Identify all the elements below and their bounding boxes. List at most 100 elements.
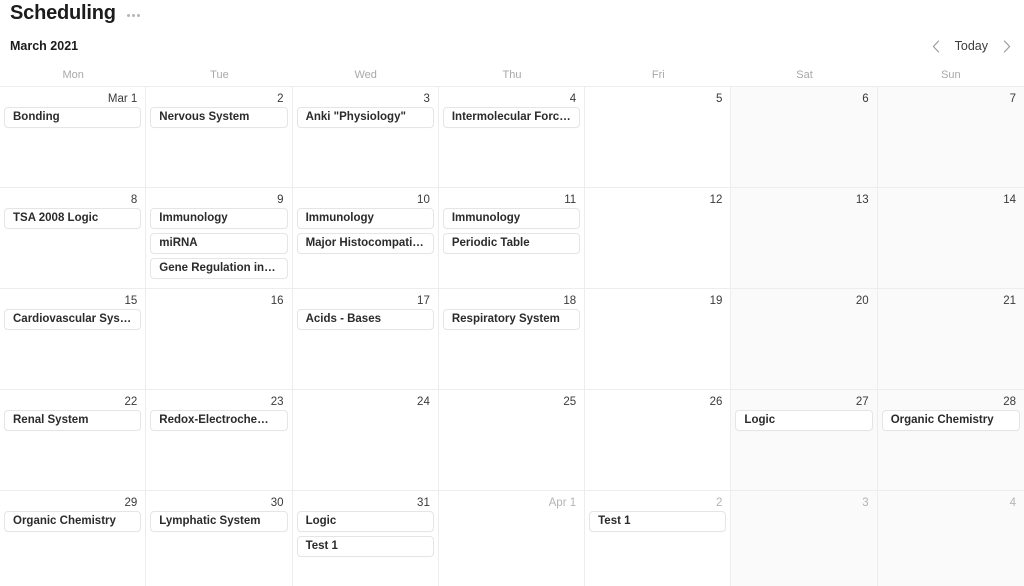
day-number: 22 xyxy=(124,396,138,408)
day-number: 26 xyxy=(709,396,723,408)
event-chip[interactable]: Nervous System xyxy=(150,107,288,128)
day-number: 29 xyxy=(124,497,138,509)
event-chip[interactable]: Cardiovascular System xyxy=(4,309,142,330)
weekday-label-thu: Thu xyxy=(502,69,522,81)
day-cell[interactable]: 8 TSA 2008 Logic xyxy=(0,188,147,289)
day-number: 6 xyxy=(862,93,869,105)
event-chip[interactable]: Test 1 xyxy=(296,536,434,557)
day-events: Immunology Periodic Table xyxy=(439,208,584,254)
event-chip[interactable]: Bonding xyxy=(4,107,142,128)
day-cell[interactable]: 7 xyxy=(877,87,1024,188)
event-chip[interactable]: Organic Chemistry xyxy=(881,410,1020,431)
day-cell[interactable]: 30 Lymphatic System xyxy=(146,491,293,586)
day-cell[interactable]: 2 Nervous System xyxy=(146,87,293,188)
weekday-label-sun: Sun xyxy=(941,69,961,81)
chevron-right-icon[interactable] xyxy=(1000,38,1014,54)
day-cell[interactable]: 26 xyxy=(585,390,732,491)
day-cell[interactable]: 17 Acids - Bases xyxy=(292,289,439,390)
day-number: 27 xyxy=(855,396,869,408)
day-cell[interactable]: 18 Respiratory System xyxy=(438,289,586,390)
day-events: Intermolecular Forces xyxy=(439,107,584,128)
day-cell[interactable]: 5 xyxy=(585,87,732,188)
day-cell[interactable]: 9 Immunology miRNA Gene Regulation in Euka.… xyxy=(146,188,293,289)
day-number: 7 xyxy=(1009,93,1016,105)
ellipsis-horizontal-icon[interactable] xyxy=(125,10,142,21)
day-number: 11 xyxy=(564,194,577,206)
day-events: Nervous System xyxy=(146,107,291,128)
day-number: 9 xyxy=(277,194,284,206)
day-cell[interactable]: 22 Renal System xyxy=(0,390,147,491)
event-chip[interactable]: Logic xyxy=(296,511,434,532)
event-chip[interactable]: Redox-Electrochemistry xyxy=(150,410,288,431)
day-cell[interactable]: 24 xyxy=(292,390,439,491)
day-cell[interactable]: 20 xyxy=(731,289,878,390)
day-events: Bonding xyxy=(0,107,145,128)
event-chip[interactable]: Renal System xyxy=(4,410,142,431)
day-cell[interactable]: Apr 1 xyxy=(438,491,586,586)
weekday-label-mon: Mon xyxy=(62,69,84,81)
day-cell[interactable]: 6 xyxy=(731,87,878,188)
calendar-nav-controls: Today xyxy=(929,38,1014,54)
day-events: Lymphatic System xyxy=(146,511,291,532)
day-number: 15 xyxy=(124,295,138,307)
day-cell[interactable]: 19 xyxy=(585,289,732,390)
day-events: Acids - Bases xyxy=(293,309,438,330)
day-cell[interactable]: 28 Organic Chemistry xyxy=(877,390,1024,491)
event-chip[interactable]: Immunology xyxy=(442,208,581,229)
day-cell[interactable]: 25 xyxy=(438,390,586,491)
day-events: Respiratory System xyxy=(439,309,584,330)
day-events: Anki "Physiology" xyxy=(293,107,438,128)
event-chip[interactable]: Acids - Bases xyxy=(296,309,434,330)
day-number: Apr 1 xyxy=(548,497,577,509)
day-events: Test 1 xyxy=(585,511,730,532)
day-cell[interactable]: 4 xyxy=(877,491,1024,586)
event-chip[interactable]: Respiratory System xyxy=(442,309,581,330)
day-number: 4 xyxy=(569,93,577,105)
weekday-label-tue: Tue xyxy=(210,69,229,81)
day-cell[interactable]: 23 Redox-Electrochemistry xyxy=(146,390,293,491)
event-chip[interactable]: Anki "Physiology" xyxy=(296,107,434,128)
event-chip[interactable]: Gene Regulation in Euka... xyxy=(150,258,288,279)
day-events: Redox-Electrochemistry xyxy=(146,410,291,431)
day-cell[interactable]: 12 xyxy=(585,188,732,289)
day-cell[interactable]: 21 xyxy=(877,289,1024,390)
day-events: TSA 2008 Logic xyxy=(0,208,145,229)
event-chip[interactable]: Major Histocompatibilit... xyxy=(296,233,434,254)
day-cell[interactable]: 14 xyxy=(877,188,1024,289)
event-chip[interactable]: Periodic Table xyxy=(442,233,581,254)
event-chip[interactable]: Logic xyxy=(735,410,873,431)
day-cell[interactable]: 15 Cardiovascular System xyxy=(0,289,147,390)
day-cell[interactable]: 3 xyxy=(731,491,878,586)
day-number: 2 xyxy=(716,497,723,509)
event-chip[interactable]: Lymphatic System xyxy=(150,511,288,532)
month-navigation-bar: March 2021 Today xyxy=(0,32,1024,60)
day-cell[interactable]: 16 xyxy=(146,289,293,390)
day-cell[interactable]: 4 Intermolecular Forces xyxy=(438,87,586,188)
day-cell[interactable]: 11 Immunology Periodic Table xyxy=(438,188,586,289)
day-number: 10 xyxy=(417,194,430,206)
day-cell[interactable]: 13 xyxy=(731,188,878,289)
day-cell[interactable]: Mar 1 Bonding xyxy=(0,87,147,188)
event-chip[interactable]: TSA 2008 Logic xyxy=(4,208,142,229)
day-number: 4 xyxy=(1009,497,1016,509)
day-cell[interactable]: 10 Immunology Major Histocompatibilit... xyxy=(292,188,439,289)
event-chip[interactable]: Intermolecular Forces xyxy=(442,107,581,128)
event-chip[interactable]: Test 1 xyxy=(589,511,727,532)
today-button[interactable]: Today xyxy=(953,38,990,54)
calendar-grid: Endocrine SystemFemale Reproductive Syst… xyxy=(0,86,1024,586)
title-bar: Scheduling xyxy=(0,0,1024,26)
event-chip[interactable]: Immunology xyxy=(296,208,434,229)
day-number: 28 xyxy=(1003,396,1016,408)
day-cell[interactable]: 29 Organic Chemistry xyxy=(0,491,147,586)
day-cell[interactable]: 31 Logic Test 1 xyxy=(292,491,439,586)
page-title: Scheduling xyxy=(10,2,116,24)
event-chip[interactable]: Immunology xyxy=(150,208,288,229)
event-chip[interactable]: miRNA xyxy=(150,233,288,254)
event-chip[interactable]: Organic Chemistry xyxy=(4,511,142,532)
day-number: 3 xyxy=(423,93,430,105)
day-cell[interactable]: 27 Logic xyxy=(731,390,878,491)
day-cell[interactable]: 2 Test 1 xyxy=(585,491,732,586)
chevron-left-icon[interactable] xyxy=(929,38,943,54)
day-cell[interactable]: 3 Anki "Physiology" xyxy=(292,87,439,188)
day-number: 30 xyxy=(270,497,284,509)
